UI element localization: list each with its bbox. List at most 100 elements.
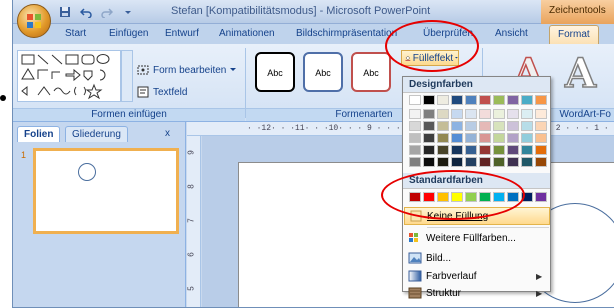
color-swatch[interactable] [437,121,449,131]
color-swatch[interactable] [521,145,533,155]
textbox-button[interactable]: Textfeld [137,86,187,98]
color-swatch[interactable] [423,192,435,202]
tab-format[interactable]: Format [549,25,599,44]
color-swatch[interactable] [465,145,477,155]
no-fill-item[interactable]: Keine Füllung [404,207,550,225]
color-swatch[interactable] [465,121,477,131]
tab-ansicht[interactable]: Ansicht [495,28,528,39]
color-swatch[interactable] [409,95,421,105]
color-swatch[interactable] [409,145,421,155]
texture-fill-item[interactable]: Struktur ▶ [404,285,550,301]
color-swatch[interactable] [507,133,519,143]
picture-fill-item[interactable]: Bild... [404,249,550,267]
color-swatch[interactable] [465,192,477,202]
color-swatch[interactable] [437,133,449,143]
color-swatch[interactable] [451,121,463,131]
tab-animationen[interactable]: Animationen [219,28,275,39]
color-swatch[interactable] [451,109,463,119]
color-swatch[interactable] [479,109,491,119]
color-swatch[interactable] [521,109,533,119]
color-swatch[interactable] [423,145,435,155]
tab-einfuegen[interactable]: Einfügen [109,28,148,39]
color-swatch[interactable] [437,157,449,167]
color-swatch[interactable] [479,145,491,155]
color-swatch[interactable] [493,192,505,202]
tab-bildschirmpraesentation[interactable]: Bildschirmpräsentation [296,28,397,39]
color-swatch[interactable] [451,145,463,155]
color-swatch[interactable] [493,133,505,143]
tab-outline[interactable]: Gliederung [65,126,128,142]
color-swatch[interactable] [423,157,435,167]
color-swatch[interactable] [507,192,519,202]
color-swatch[interactable] [521,192,533,202]
fill-effect-button[interactable]: Fülleffekt [401,50,459,66]
color-swatch[interactable] [437,109,449,119]
shapes-gallery[interactable] [17,50,121,102]
wordart-style-outline[interactable]: A [564,53,597,95]
color-swatch[interactable] [465,95,477,105]
color-swatch[interactable] [409,133,421,143]
color-swatch[interactable] [465,109,477,119]
color-swatch[interactable] [479,192,491,202]
color-swatch[interactable] [535,157,547,167]
tab-start[interactable]: Start [65,28,86,39]
color-swatch[interactable] [451,95,463,105]
color-swatch[interactable] [521,95,533,105]
color-swatch[interactable] [409,109,421,119]
save-icon[interactable] [57,4,73,19]
color-swatch[interactable] [479,95,491,105]
color-swatch[interactable] [409,192,421,202]
color-swatch[interactable] [521,157,533,167]
tab-slides[interactable]: Folien [17,126,61,142]
office-button[interactable] [17,4,51,38]
color-swatch[interactable] [409,157,421,167]
color-swatch[interactable] [535,95,547,105]
color-swatch[interactable] [479,121,491,131]
customize-qat-icon[interactable] [120,4,136,19]
color-swatch[interactable] [451,192,463,202]
color-swatch[interactable] [409,121,421,131]
color-swatch[interactable] [479,157,491,167]
color-swatch[interactable] [493,157,505,167]
color-swatch[interactable] [493,121,505,131]
color-swatch[interactable] [521,133,533,143]
color-swatch[interactable] [465,157,477,167]
edit-shape-button[interactable]: Form bearbeiten [137,64,237,76]
undo-icon[interactable] [78,4,94,19]
color-swatch[interactable] [423,95,435,105]
close-icon[interactable]: x [165,128,170,139]
color-swatch[interactable] [479,133,491,143]
color-swatch[interactable] [465,133,477,143]
tab-entwurf[interactable]: Entwurf [165,28,199,39]
color-swatch[interactable] [437,145,449,155]
color-swatch[interactable] [493,145,505,155]
shapes-gallery-scroll[interactable] [121,50,133,102]
color-swatch[interactable] [423,133,435,143]
redo-icon[interactable] [99,4,115,19]
color-swatch[interactable] [507,121,519,131]
color-swatch[interactable] [423,109,435,119]
tab-ueberpruefen[interactable]: Überprüfen [423,28,473,39]
more-fill-colors-item[interactable]: Weitere Füllfarben... [404,229,550,247]
color-swatch[interactable] [521,121,533,131]
gradient-fill-item[interactable]: Farbverlauf ▶ [404,267,550,285]
color-swatch[interactable] [507,95,519,105]
color-swatch[interactable] [535,133,547,143]
color-swatch[interactable] [451,157,463,167]
shape-style-black[interactable]: Abc [255,52,295,92]
color-swatch[interactable] [423,121,435,131]
color-swatch[interactable] [535,109,547,119]
color-swatch[interactable] [507,157,519,167]
color-swatch[interactable] [451,133,463,143]
color-swatch[interactable] [493,109,505,119]
slide-thumbnail[interactable] [33,148,179,234]
color-swatch[interactable] [535,145,547,155]
color-swatch[interactable] [437,95,449,105]
color-swatch[interactable] [507,145,519,155]
shape-style-blue[interactable]: Abc [303,52,343,92]
color-swatch[interactable] [535,121,547,131]
color-swatch[interactable] [535,192,547,202]
color-swatch[interactable] [493,95,505,105]
color-swatch[interactable] [507,109,519,119]
shape-style-red[interactable]: Abc [351,52,391,92]
